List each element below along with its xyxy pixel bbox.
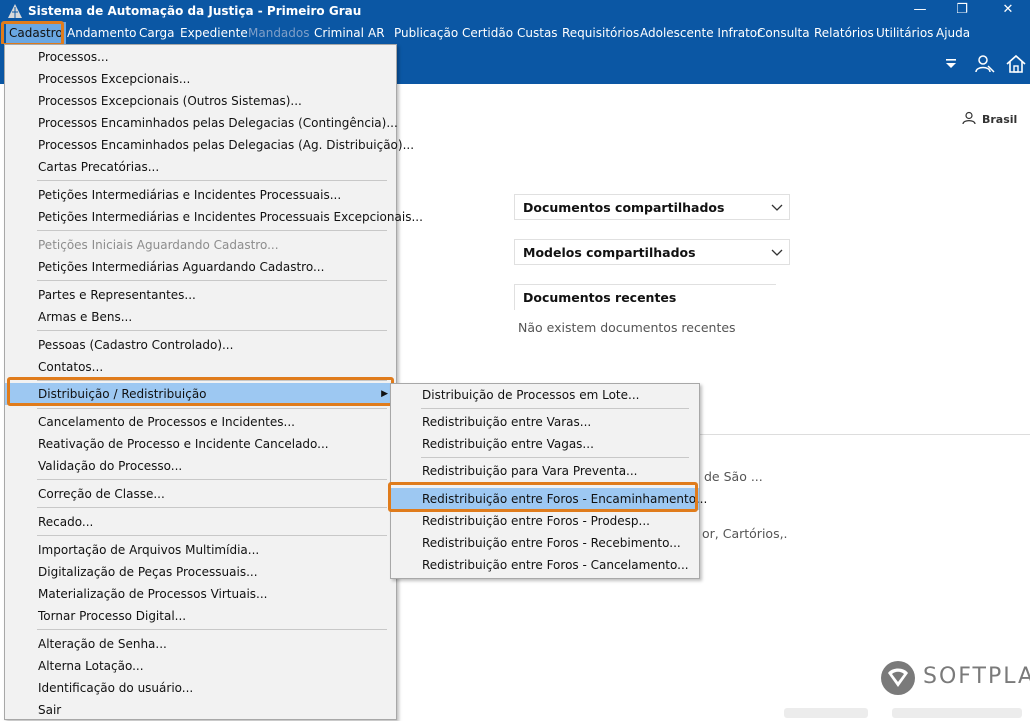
menu-adolescente-infrator[interactable]: Adolescente Infrator <box>640 26 762 40</box>
menu-item-processos-excepcionais[interactable]: Processos Excepcionais... <box>5 68 396 90</box>
menu-ajuda[interactable]: Ajuda <box>936 26 970 40</box>
softplan-logo: SOFTPLAN <box>879 659 1030 700</box>
user-switch-icon[interactable] <box>975 54 995 74</box>
menu-item-reativacao[interactable]: Reativação de Processo e Incidente Cance… <box>5 433 396 455</box>
app-logo-icon <box>8 4 22 18</box>
menu-publicacao[interactable]: Publicação <box>394 26 458 40</box>
user-icon <box>962 111 976 125</box>
submenu-item-foros-recebimento[interactable]: Redistribuição entre Foros - Recebimento… <box>391 532 699 554</box>
encaminhamento-highlight <box>388 482 698 512</box>
menu-item-delegacias-distribuicao[interactable]: Processos Encaminhados pelas Delegacias … <box>5 134 414 156</box>
menu-separator <box>37 535 387 536</box>
menu-item-identificacao-usuario[interactable]: Identificação do usuário... <box>5 677 396 699</box>
menu-item-armas-bens[interactable]: Armas e Bens... <box>5 306 396 328</box>
recent-empty-message: Não existem documentos recentes <box>518 320 736 335</box>
softplan-logo-icon <box>881 661 915 695</box>
menu-bar: Cadastro Andamento Carga Expediente Mand… <box>0 22 1030 44</box>
menu-mandados: Mandados <box>248 26 310 40</box>
menu-separator <box>37 230 387 231</box>
locale-label: Brasil <box>982 113 1018 126</box>
menu-separator <box>37 408 387 409</box>
home-icon[interactable] <box>1006 54 1026 74</box>
menu-item-cartas-precatorias[interactable]: Cartas Precatórias... <box>5 156 396 178</box>
menu-separator <box>37 479 387 480</box>
menu-item-digitalizacao[interactable]: Digitalização de Peças Processuais... <box>5 561 396 583</box>
minimize-button[interactable]: — <box>900 0 940 22</box>
title-bar: Sistema de Automação da Justiça - Primei… <box>0 0 1030 22</box>
menu-item-processos[interactable]: Processos... <box>5 46 396 68</box>
cadastro-highlight <box>1 21 64 46</box>
menu-consulta[interactable]: Consulta <box>757 26 810 40</box>
menu-ar[interactable]: AR <box>368 26 385 40</box>
menu-separator <box>421 408 689 409</box>
shared-models-panel[interactable]: Modelos compartilhados <box>514 239 790 265</box>
menu-separator <box>37 280 387 281</box>
chevron-down-icon[interactable] <box>771 246 783 258</box>
menu-item-peticoes-intermediarias-aguardando[interactable]: Petições Intermediárias Aguardando Cadas… <box>5 256 396 278</box>
menu-item-materializacao[interactable]: Materialização de Processos Virtuais... <box>5 583 396 605</box>
menu-item-sair[interactable]: Sair <box>5 699 396 721</box>
menu-item-recado[interactable]: Recado... <box>5 511 396 533</box>
restore-button[interactable]: ❐ <box>942 0 982 22</box>
menu-item-processos-excepcionais-outros[interactable]: Processos Excepcionais (Outros Sistemas)… <box>5 90 396 112</box>
menu-item-correcao-classe[interactable]: Correção de Classe... <box>5 483 396 505</box>
menu-item-peticoes-intermediarias[interactable]: Petições Intermediárias e Incidentes Pro… <box>5 184 396 206</box>
submenu-item-foros-prodesp[interactable]: Redistribuição entre Foros - Prodesp... <box>391 510 699 532</box>
blurred-status <box>892 708 1022 718</box>
menu-relatorios[interactable]: Relatórios <box>814 26 874 40</box>
distribuicao-submenu: Distribuição de Processos em Lote... Red… <box>390 383 707 579</box>
menu-criminal[interactable]: Criminal <box>314 26 364 40</box>
submenu-item-redistribuicao-vagas[interactable]: Redistribuição entre Vagas... <box>391 433 699 455</box>
menu-item-peticoes-excepcionais[interactable]: Petições Intermediárias e Incidentes Pro… <box>5 206 423 228</box>
menu-andamento[interactable]: Andamento <box>67 26 137 40</box>
logo-text: SOFTPLAN <box>923 664 1030 689</box>
panel-title: Modelos compartilhados <box>523 245 696 260</box>
menu-item-alterna-lotacao[interactable]: Alterna Lotação... <box>5 655 396 677</box>
chevron-down-icon[interactable] <box>771 201 783 213</box>
menu-item-peticoes-iniciais-aguardando: Petições Iniciais Aguardando Cadastro... <box>38 238 279 252</box>
menu-item-delegacias-contingencia[interactable]: Processos Encaminhados pelas Delegacias … <box>5 112 398 134</box>
panel-title: Documentos compartilhados <box>523 200 725 215</box>
menu-separator <box>421 457 689 458</box>
close-button[interactable]: ✕ <box>988 0 1028 22</box>
hidden-text-fragment: de São ... <box>704 469 763 484</box>
submenu-item-redistribuicao-varas[interactable]: Redistribuição entre Varas... <box>391 411 699 433</box>
menu-item-contatos[interactable]: Contatos... <box>5 356 396 378</box>
shared-documents-panel[interactable]: Documentos compartilhados <box>514 194 790 220</box>
filter-icon[interactable] <box>945 58 957 70</box>
menu-carga[interactable]: Carga <box>139 26 174 40</box>
hidden-text-fragment: or, Cartórios,. <box>702 526 788 541</box>
submenu-item-distribuicao-lote[interactable]: Distribuição de Processos em Lote... <box>391 384 699 406</box>
menu-requisitorios[interactable]: Requisitórios <box>562 26 639 40</box>
section-divider <box>690 434 1030 435</box>
panel-title: Documentos recentes <box>523 290 677 305</box>
window-title: Sistema de Automação da Justiça - Primei… <box>28 4 362 18</box>
menu-separator <box>37 507 387 508</box>
blurred-status <box>784 708 868 718</box>
menu-expediente[interactable]: Expediente <box>180 26 248 40</box>
submenu-item-foros-cancelamento[interactable]: Redistribuição entre Foros - Cancelament… <box>391 554 699 576</box>
submenu-item-vara-preventa[interactable]: Redistribuição para Vara Preventa... <box>391 460 699 482</box>
distribuicao-highlight <box>7 377 394 406</box>
menu-separator <box>37 330 387 331</box>
menu-certidao[interactable]: Certidão <box>462 26 513 40</box>
menu-utilitarios[interactable]: Utilitários <box>876 26 933 40</box>
recent-documents-panel: Documentos recentes <box>514 284 776 310</box>
menu-item-importacao-multimidia[interactable]: Importação de Arquivos Multimídia... <box>5 539 396 561</box>
menu-item-pessoas[interactable]: Pessoas (Cadastro Controlado)... <box>5 334 396 356</box>
menu-separator <box>37 180 387 181</box>
menu-item-tornar-digital[interactable]: Tornar Processo Digital... <box>5 605 396 627</box>
menu-item-alteracao-senha[interactable]: Alteração de Senha... <box>5 633 396 655</box>
menu-item-partes-representantes[interactable]: Partes e Representantes... <box>5 284 396 306</box>
menu-custas[interactable]: Custas <box>517 26 558 40</box>
menu-item-validacao[interactable]: Validação do Processo... <box>5 455 396 477</box>
menu-item-cancelamento[interactable]: Cancelamento de Processos e Incidentes..… <box>5 411 396 433</box>
menu-separator <box>37 629 387 630</box>
